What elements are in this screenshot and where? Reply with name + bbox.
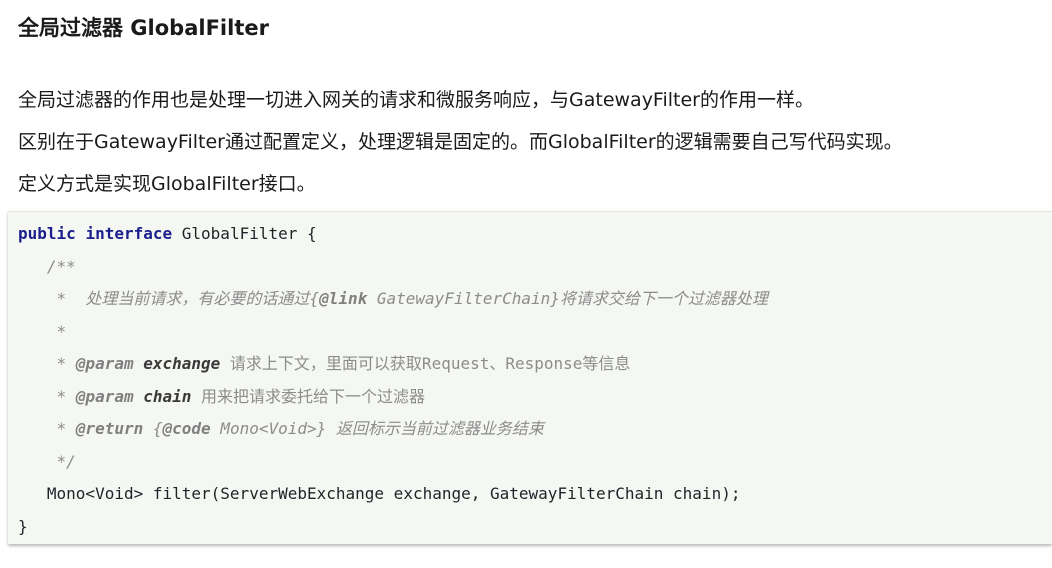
code-line-4: *	[18, 322, 67, 341]
code-line-3: * 处理当前请求，有必要的话通过{@link GatewayFilterChai…	[18, 288, 768, 310]
paragraph-purpose: 全局过滤器的作用也是处理一切进入网关的请求和微服务响应，与GatewayFilt…	[18, 89, 814, 111]
javadoc-tag-param: @param	[75, 387, 134, 406]
param-description: 请求上下文，里面可以获取Request、Response等信息	[220, 354, 631, 373]
interface-declaration: GlobalFilter {	[172, 224, 317, 243]
code-line-8: */	[18, 452, 76, 471]
javadoc-tag-link: @link	[319, 289, 368, 308]
code-line-9: Mono<Void> filter(ServerWebExchange exch…	[18, 484, 741, 503]
param-name-exchange: exchange	[143, 354, 221, 373]
javadoc-tag-code: @code	[162, 419, 211, 438]
comment-text: *	[18, 419, 76, 438]
comment-text: *	[18, 387, 76, 406]
comment-text: *	[18, 354, 76, 373]
keyword-interface: interface	[85, 224, 173, 243]
section-heading: 全局过滤器 GlobalFilter	[18, 16, 269, 40]
param-description: 用来把请求委托给下一个过滤器	[191, 387, 426, 406]
paragraph-difference: 区别在于GatewayFilter通过配置定义，处理逻辑是固定的。而Global…	[18, 131, 903, 153]
comment-text: * 处理当前请求，有必要的话通过{	[18, 289, 320, 308]
return-description: Mono<Void>} 返回标示当前过滤器业务结束	[210, 419, 544, 438]
code-block[interactable]: public interface GlobalFilter { /** * 处理…	[8, 211, 1052, 544]
javadoc-tag-param: @param	[75, 354, 134, 373]
code-line-2: /**	[18, 257, 76, 276]
code-line-1: public interface GlobalFilter {	[18, 223, 317, 245]
paragraph-definition: 定义方式是实现GlobalFilter接口。	[18, 173, 316, 195]
keyword-public: public	[18, 224, 76, 243]
javadoc-tag-return: @return	[75, 419, 144, 438]
comment-text: GatewayFilterChain}将请求交给下一个过滤器处理	[367, 289, 768, 308]
code-line-6: * @param chain 用来把请求委托给下一个过滤器	[18, 386, 426, 408]
code-line-7: * @return {@code Mono<Void>} 返回标示当前过滤器业务…	[18, 419, 544, 438]
code-line-5: * @param exchange 请求上下文，里面可以获取Request、Re…	[18, 353, 631, 375]
param-name-chain: chain	[143, 387, 192, 406]
code-line-10: }	[18, 517, 28, 536]
